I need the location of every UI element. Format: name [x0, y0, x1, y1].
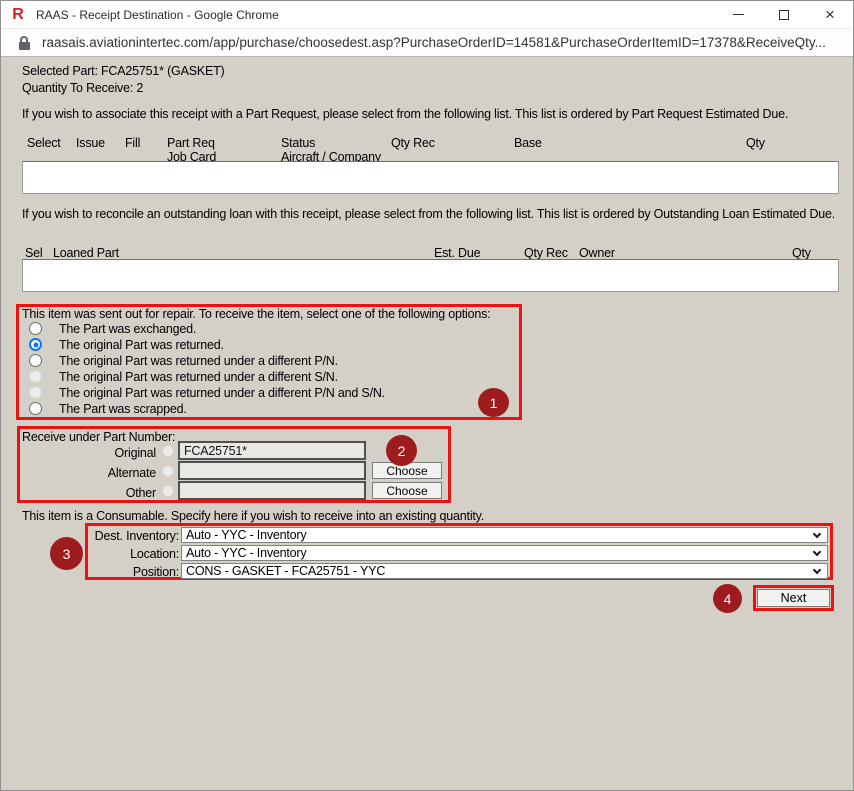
consumable-note: This item is a Consumable. Specify here … — [22, 509, 484, 523]
chevron-down-icon — [813, 566, 821, 574]
loan-header-loaned-part: Loaned Part — [53, 246, 119, 260]
radio-returned-different-pn[interactable] — [29, 354, 42, 367]
annotation-badge-1: 1 — [478, 388, 509, 417]
column-header-status: Status — [281, 136, 315, 150]
radio-original-returned[interactable] — [29, 338, 42, 351]
selected-part-line: Selected Part: FCA25751* (GASKET) — [22, 64, 225, 78]
alternate-part-number-input[interactable] — [178, 461, 366, 480]
chevron-down-icon — [813, 548, 821, 556]
radio-part-exchanged[interactable] — [29, 322, 42, 335]
minimize-icon — [733, 14, 744, 15]
annotation-badge-4: 4 — [713, 584, 742, 613]
radio-label-returned-different-pn-sn: The original Part was returned under a d… — [59, 386, 385, 400]
part-request-list[interactable] — [22, 161, 839, 194]
column-header-qty-rec: Qty Rec — [391, 136, 435, 150]
column-header-base: Base — [514, 136, 542, 150]
lock-icon — [18, 36, 30, 50]
maximize-icon — [779, 10, 789, 20]
radio-label-part-scrapped: The Part was scrapped. — [59, 402, 187, 416]
alternate-label: Alternate — [22, 466, 156, 480]
column-header-part-req: Part Req — [167, 136, 215, 150]
annotation-badge-3: 3 — [50, 537, 83, 570]
column-header-fill: Fill — [125, 136, 140, 150]
column-header-select: Select — [27, 136, 61, 150]
radio-alternate-pn — [162, 465, 174, 477]
position-label: Position: — [89, 565, 179, 579]
minimize-button[interactable] — [715, 1, 761, 28]
browser-window: R RAAS - Receipt Destination - Google Ch… — [0, 0, 854, 791]
annotation-badge-2: 2 — [386, 435, 417, 466]
part-request-intro: If you wish to associate this receipt wi… — [22, 107, 788, 121]
radio-label-part-exchanged: The Part was exchanged. — [59, 322, 196, 336]
quantity-line: Quantity To Receive: 2 — [22, 81, 143, 95]
radio-label-returned-different-pn: The original Part was returned under a d… — [59, 354, 338, 368]
raas-favicon-icon: R — [10, 6, 26, 24]
next-button[interactable]: Next — [757, 589, 830, 607]
close-icon: × — [825, 6, 835, 23]
radio-returned-different-sn — [29, 370, 42, 383]
choose-other-button[interactable]: Choose — [372, 482, 442, 499]
loan-header-sel: Sel — [25, 246, 42, 260]
radio-original-pn — [162, 445, 174, 457]
position-select[interactable]: CONS - GASKET - FCA25751 - YYC — [181, 563, 828, 579]
dest-inventory-label: Dest. Inventory: — [89, 529, 179, 543]
dest-inventory-value: Auto - YYC - Inventory — [186, 528, 306, 542]
address-bar[interactable]: raasais.aviationintertec.com/app/purchas… — [1, 29, 853, 57]
close-button[interactable]: × — [807, 1, 853, 28]
radio-label-returned-different-sn: The original Part was returned under a d… — [59, 370, 338, 384]
original-part-number-input[interactable] — [178, 441, 366, 460]
radio-returned-different-pn-sn — [29, 386, 42, 399]
window-controls: × — [715, 1, 853, 28]
loan-list[interactable] — [22, 259, 839, 292]
maximize-button[interactable] — [761, 1, 807, 28]
original-label: Original — [22, 446, 156, 460]
other-label: Other — [22, 486, 156, 500]
location-label: Location: — [89, 547, 179, 561]
loan-header-qty-rec: Qty Rec — [524, 246, 568, 260]
dest-inventory-select[interactable]: Auto - YYC - Inventory — [181, 527, 828, 543]
window-titlebar: R RAAS - Receipt Destination - Google Ch… — [1, 1, 853, 29]
chevron-down-icon — [813, 530, 821, 538]
radio-other-pn — [162, 485, 174, 497]
loan-header-qty: Qty — [792, 246, 811, 260]
location-select[interactable]: Auto - YYC - Inventory — [181, 545, 828, 561]
receive-under-title: Receive under Part Number: — [22, 430, 175, 444]
loan-intro: If you wish to reconcile an outstanding … — [22, 207, 836, 221]
url-text: raasais.aviationintertec.com/app/purchas… — [42, 35, 826, 50]
radio-label-original-returned: The original Part was returned. — [59, 338, 224, 352]
window-title: RAAS - Receipt Destination - Google Chro… — [36, 8, 279, 22]
loan-header-est-due: Est. Due — [434, 246, 480, 260]
column-header-issue: Issue — [76, 136, 105, 150]
repair-prompt: This item was sent out for repair. To re… — [22, 307, 490, 321]
position-value: CONS - GASKET - FCA25751 - YYC — [186, 564, 385, 578]
loan-header-owner: Owner — [579, 246, 615, 260]
radio-part-scrapped[interactable] — [29, 402, 42, 415]
column-header-qty: Qty — [746, 136, 765, 150]
location-value: Auto - YYC - Inventory — [186, 546, 306, 560]
other-part-number-input[interactable] — [178, 481, 366, 500]
